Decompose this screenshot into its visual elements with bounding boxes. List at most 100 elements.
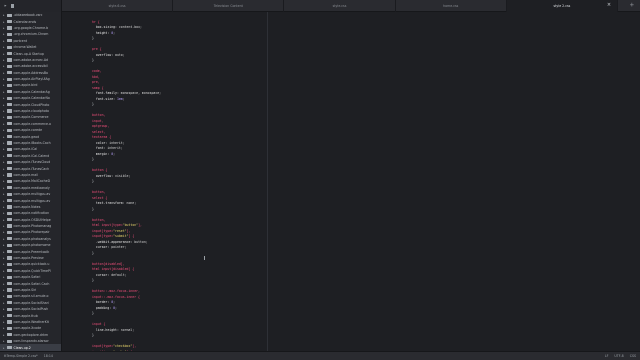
code-token: } — [92, 58, 94, 62]
tab-1[interactable]: style-6.css — [62, 0, 174, 12]
code-token: color: — [92, 140, 110, 145]
folder-icon — [7, 160, 12, 164]
folder-icon — [7, 141, 12, 145]
code-token: cursor: — [92, 272, 112, 277]
tab-label: style.css — [332, 4, 347, 8]
sidebar-item-label: com.apple.notification — [13, 211, 50, 216]
folder-icon — [7, 45, 12, 49]
code-token: overflow: — [92, 52, 116, 57]
sidebar-item-label: com.apple.bird — [13, 83, 38, 88]
folder-icon — [7, 307, 12, 311]
folder-icon — [7, 71, 12, 75]
code-token: button, — [92, 190, 106, 194]
code-token: ; — [113, 30, 116, 35]
code-token: none; — [126, 201, 137, 205]
code-token: pre, — [92, 80, 100, 84]
tab-2[interactable]: Television Content — [173, 0, 285, 12]
tab-5[interactable]: style 2.css × — [506, 0, 619, 12]
code-token: font: — [92, 146, 108, 150]
folder-icon — [7, 192, 12, 196]
status-syntax[interactable]: CSS — [630, 354, 636, 358]
tab-4[interactable]: home.css — [396, 0, 507, 12]
code-token: border: — [92, 300, 112, 304]
folder-icon — [7, 282, 12, 286]
folder-icon — [7, 19, 12, 24]
folder-icon — [7, 109, 12, 113]
folder-icon — [7, 64, 12, 68]
sidebar-item-label: com.apple.multigpu.av — [13, 198, 51, 203]
status-file[interactable]: ttTemp-Simple 2.css* — [4, 354, 38, 358]
code-token: ], — [126, 228, 131, 233]
sidebar-item-label: com.apple.MailCacheD — [13, 179, 51, 184]
sidebar-item-label: com.apple.photoanalys — [13, 236, 51, 241]
status-encoding[interactable]: UTF-8 — [614, 354, 623, 358]
folder-icon — [7, 205, 12, 209]
code-token: button, — [92, 217, 106, 222]
folder-icon — [7, 77, 12, 81]
code-token: input[type= — [92, 234, 114, 238]
sidebar-item-label: com.apple.mail — [13, 172, 39, 177]
sidebar-item-label: com.apple.iCal — [13, 147, 38, 152]
sidebar-item-label: portcent — [13, 38, 28, 43]
folder-icon — [7, 211, 12, 215]
folder-icon — [7, 122, 12, 126]
folder-icon — [7, 250, 12, 254]
folder-icon — [7, 218, 12, 222]
sidebar-item-label: com.apple.Preview — [13, 256, 44, 261]
folder-icon — [7, 32, 12, 36]
status-position[interactable]: 18:14 — [44, 354, 53, 358]
code-token: button[disabled], — [92, 261, 125, 266]
code-token: kbd, — [92, 74, 100, 79]
sidebar-item-label: com.apple.AirPlayUIAg — [13, 77, 50, 82]
code-area[interactable]: hr { box-sizing: content-box; height: 0;… — [92, 14, 322, 352]
code-token: font-size: — [92, 96, 117, 101]
new-tab-icon[interactable]: + — [630, 1, 634, 9]
code-token: ; — [122, 96, 125, 101]
sidebar-item-label: com.apple.AddressBo — [13, 70, 49, 75]
close-tab-icon[interactable]: × — [607, 3, 611, 8]
tabs: style-6.css Television Content style.css ho… — [62, 0, 619, 12]
sidebar-item-label: chrome.Wallet — [13, 45, 37, 50]
editor-window: ▸ style-6.css Television Content style.css… — [0, 0, 640, 360]
code-token: } — [92, 206, 94, 211]
caret-icon[interactable]: ▸ — [4, 3, 7, 9]
folder-icon — [7, 224, 12, 228]
folder-icon — [7, 339, 12, 343]
folder-icon — [7, 166, 12, 171]
code-token: -webkit-appearance: — [92, 239, 135, 244]
status-line-ending[interactable]: LF — [605, 354, 609, 358]
code-token: "button" — [122, 223, 139, 227]
code-token: ] { — [128, 234, 135, 238]
sidebar-item-label: com.apple.Safari — [13, 275, 41, 280]
tab-3[interactable]: style.css — [284, 0, 396, 12]
code-token: select { — [92, 195, 108, 200]
folder-icon — [7, 294, 12, 298]
code-token: html input[disabled] { — [92, 267, 135, 271]
sidebar-item-label: .org.chromium.Chrom — [13, 32, 49, 37]
sidebar-item-label: .oldaxeebook.vsrc — [13, 13, 43, 18]
code-token: } — [92, 102, 94, 106]
sidebar-item-label: com.apple.WeatherKit — [13, 319, 49, 324]
sidebar-item-label: com.apple.photomome — [13, 243, 51, 248]
code-editor[interactable]: hr { box-sizing: content-box; height: 0;… — [62, 12, 640, 351]
code-token: padding: — [92, 305, 114, 310]
folder-icon — [7, 147, 12, 151]
code-token: overflow: — [92, 173, 116, 178]
sidebar-item-label: com.apple.commerce.o — [13, 121, 51, 126]
sidebar-item-label: com.apple.Safari.Cach — [13, 281, 50, 286]
sidebar-item-label: com.apple.SocialPush — [13, 307, 49, 312]
sidebar-item-label: com.apple.corede — [13, 128, 43, 133]
sidebar-item-label: Clean-up.2 — [13, 345, 31, 350]
folder-icon — [7, 13, 12, 17]
sidebar-item-label: .org.google.Chrome.b — [13, 25, 49, 30]
code-token: auto; — [115, 52, 125, 57]
folder-icon — [7, 198, 12, 203]
sidebar-item-label: com.apple.CloudPhoto — [13, 102, 50, 107]
code-token: "checkbox" — [113, 344, 133, 348]
code-token: samp { — [92, 85, 104, 90]
sidebar-item-label: com.apple.ttub — [13, 313, 38, 318]
code-token: } — [92, 333, 94, 337]
sidebar-item-label: com.adobe.acrvec.Ad — [13, 57, 49, 62]
sidebar-item-label: com.apple.Preemtoolk — [13, 249, 50, 254]
code-token: } — [92, 179, 94, 183]
